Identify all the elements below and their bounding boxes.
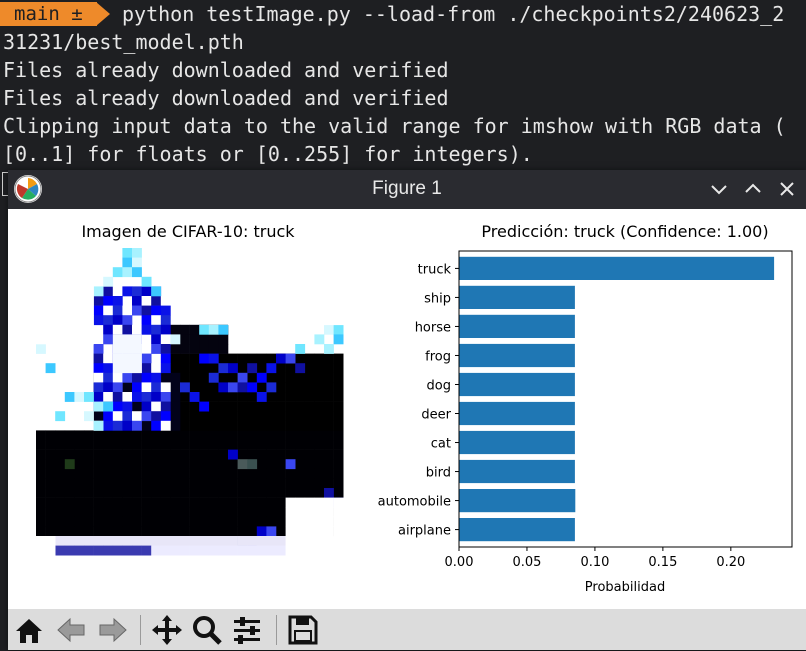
x-tick-label: 0.05 [512,555,541,570]
image-title: Imagen de CIFAR-10: truck [81,222,295,241]
window-title: Figure 1 [372,178,442,199]
bar-horse [459,314,575,338]
forward-arrow-icon [99,617,127,643]
y-tick-label: horse [415,320,451,335]
y-tick-label: frog [425,349,451,364]
move-icon [152,615,182,645]
close-icon [780,182,794,196]
minimize-button[interactable] [706,176,732,202]
chart-title: Predicción: truck (Confidence: 1.00) [481,222,768,241]
configure-subplots-button[interactable] [230,613,264,647]
bar-airplane [459,518,575,542]
chevron-up-icon [745,183,761,193]
figure-window: Figure 1 Imagen de CIFAR-10: truck Predi… [8,170,806,650]
back-button[interactable] [54,613,88,647]
home-icon [16,619,42,643]
forward-button[interactable] [96,613,130,647]
maximize-button[interactable] [740,176,766,202]
back-arrow-icon [57,617,85,643]
x-axis-label: Probabilidad [585,580,665,595]
close-button[interactable] [774,176,800,202]
y-tick-label: automobile [378,495,451,510]
bar-bird [459,459,575,484]
zoom-button[interactable] [190,613,224,647]
figure-canvas[interactable]: Imagen de CIFAR-10: truck Predicción: tr… [8,209,806,609]
configure-subplots-icon [234,617,260,644]
bar-deer [459,401,575,426]
home-button[interactable] [12,613,46,647]
toolbar-separator [276,615,277,645]
title-bar[interactable]: Figure 1 [8,170,806,209]
save-button[interactable] [286,613,320,647]
y-tick-label: airplane [398,524,451,539]
y-tick-label: dog [427,378,451,393]
y-tick-label: cat [431,437,451,452]
x-tick-label: 0.10 [580,555,609,570]
y-tick-label: truck [418,262,452,277]
figure-svg: Imagen de CIFAR-10: truck Predicción: tr… [36,222,793,595]
prompt-arrow-icon [96,2,110,26]
output-line: Files already downloaded and verified [3,58,449,82]
x-tick-label: 0.20 [716,555,745,570]
output-line: Files already downloaded and verified [3,86,449,110]
output-line: Clipping input data to the valid range f… [3,114,786,138]
bar-frog [459,343,575,368]
bar-ship [459,285,575,309]
git-branch-badge: main ± [0,2,97,26]
x-tick-label: 0.15 [648,555,677,570]
toolbar-separator [140,615,141,645]
bar-cat [459,430,575,455]
chevron-down-icon [711,185,727,195]
bar-chart: airplane automobile bird cat deer dog frog hors… [378,256,775,570]
pan-button[interactable] [150,613,184,647]
y-tick-label: ship [424,291,451,306]
x-tick-label: 0.00 [445,555,474,570]
bar-truck [459,256,775,280]
command-line: python testImage.py --load-from ./checkp… [122,2,785,26]
bar-dog [459,372,575,397]
y-tick-label: bird [426,466,451,481]
zoom-icon [193,616,222,645]
save-icon [288,615,318,645]
output-line: [0..1] for floats or [0..255] for intege… [3,142,533,166]
command-line-wrap: 31231/best_model.pth [3,30,244,54]
bar-automobile [459,489,576,513]
y-tick-label: deer [421,408,451,423]
cifar-image [36,248,344,556]
navigation-toolbar [8,609,806,650]
